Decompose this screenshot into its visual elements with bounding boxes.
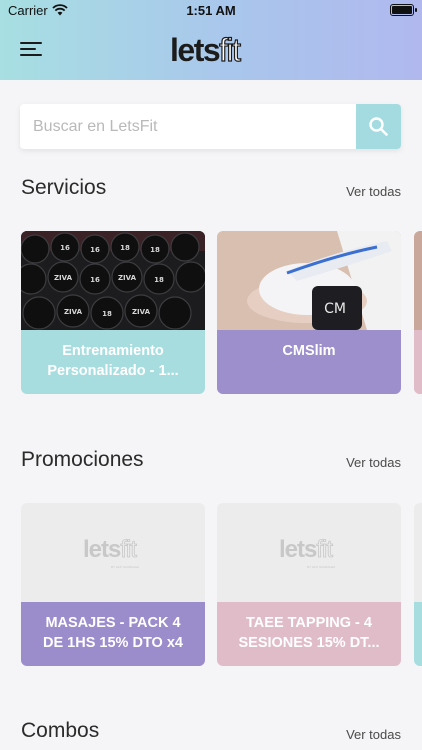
letsfit-placeholder-logo: letsfit xyxy=(83,536,137,564)
cmslim-photo: CM xyxy=(217,231,401,330)
promo-card-masajes[interactable]: letsfit BY LETI GONZALEZ MASAJES - PACK … xyxy=(21,503,205,666)
svg-text:ZIVA: ZIVA xyxy=(132,308,151,316)
card-label: TAEE TAPPING - 4 SESIONES 15% DT... xyxy=(217,602,401,666)
battery-icon xyxy=(390,4,417,16)
see-all-promociones-link[interactable]: Ver todas xyxy=(346,455,401,470)
section-title-promociones: Promociones xyxy=(21,448,144,471)
svg-text:18: 18 xyxy=(120,244,130,252)
see-all-combos-link[interactable]: Ver todas xyxy=(346,727,401,742)
card-label: CMSlim xyxy=(217,330,401,394)
dumbbells-photo: 16 16 18 18 ZIVA 16 ZIVA 18 ZIVA 18 ZIVA xyxy=(21,231,205,330)
section-title-servicios: Servicios xyxy=(21,176,107,199)
letsfit-logo: letsfit xyxy=(170,31,242,68)
svg-text:ZIVA: ZIVA xyxy=(54,274,73,282)
svg-text:CM: CM xyxy=(324,301,346,317)
svg-text:16: 16 xyxy=(90,246,100,254)
svg-text:18: 18 xyxy=(154,276,164,284)
menu-icon[interactable] xyxy=(20,40,42,58)
promo-card-taee-tapping[interactable]: letsfit BY LETI GONZALEZ TAEE TAPPING - … xyxy=(217,503,401,666)
card-label: Entrenamiento Personalizado - 1... xyxy=(21,330,205,394)
placeholder-logo-sub: BY LETI GONZALEZ xyxy=(307,565,336,569)
status-time: 1:51 AM xyxy=(186,3,236,18)
service-card-cmslim[interactable]: CM CMSlim xyxy=(217,231,401,394)
service-card-next-peek[interactable] xyxy=(414,231,422,394)
section-title-combos: Combos xyxy=(21,719,100,742)
svg-text:ZIVA: ZIVA xyxy=(118,274,137,282)
placeholder-image: letsfit BY LETI GONZALEZ xyxy=(21,503,205,602)
search-bar xyxy=(20,104,401,149)
placeholder-image: letsfit BY LETI GONZALEZ xyxy=(217,503,401,602)
promo-card-next-peek[interactable] xyxy=(414,503,422,666)
card-label: MASAJES - PACK 4 DE 1HS 15% DTO x4 xyxy=(21,602,205,666)
placeholder-logo-sub: BY LETI GONZALEZ xyxy=(111,565,140,569)
svg-text:ZIVA: ZIVA xyxy=(64,308,83,316)
svg-text:18: 18 xyxy=(150,246,160,254)
service-card-entrenamiento[interactable]: 16 16 18 18 ZIVA 16 ZIVA 18 ZIVA 18 ZIVA Entrena… xyxy=(21,231,205,394)
svg-text:16: 16 xyxy=(60,244,70,252)
see-all-servicios-link[interactable]: Ver todas xyxy=(346,184,401,199)
search-button[interactable] xyxy=(356,104,401,149)
letsfit-placeholder-logo: letsfit xyxy=(279,536,333,564)
status-bar: Carrier 1:51 AM xyxy=(0,0,422,22)
svg-text:18: 18 xyxy=(102,310,112,318)
svg-text:16: 16 xyxy=(90,276,100,284)
search-icon xyxy=(369,117,388,136)
search-input[interactable] xyxy=(20,104,356,149)
